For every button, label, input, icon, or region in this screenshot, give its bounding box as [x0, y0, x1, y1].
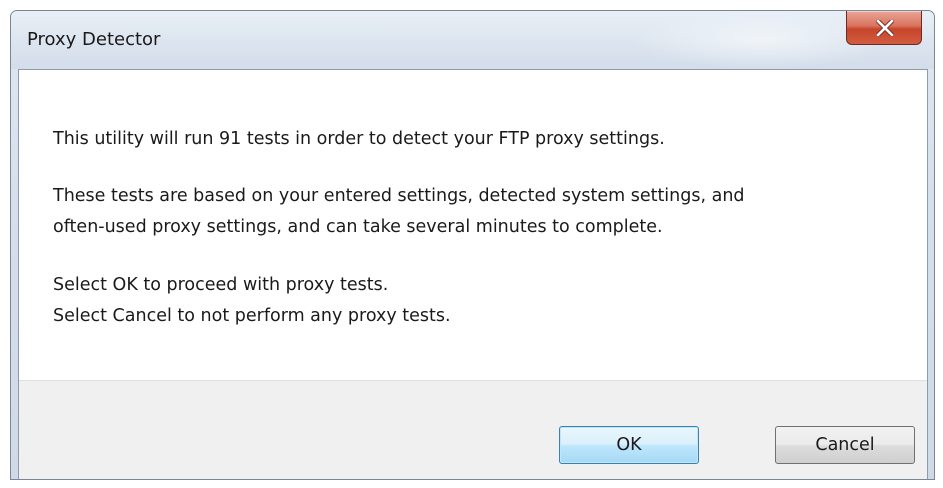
dialog-window: Proxy Detector This utility will run 91 … [10, 10, 935, 480]
close-icon [876, 20, 894, 36]
message-line-2: These tests are based on your entered se… [53, 186, 745, 206]
cancel-button[interactable]: Cancel [775, 426, 915, 464]
close-button[interactable] [846, 11, 922, 45]
message-line-5: Select Cancel to not perform any proxy t… [53, 306, 451, 326]
message-line-4: Select OK to proceed with proxy tests. [53, 275, 389, 295]
window-title: Proxy Detector [27, 29, 161, 50]
message-line-1: This utility will run 91 tests in order … [53, 129, 665, 149]
message-line-3: often-used proxy settings, and can take … [53, 217, 663, 237]
ok-button[interactable]: OK [559, 426, 699, 464]
title-bar[interactable]: Proxy Detector [11, 11, 934, 69]
button-bar: OK Cancel [19, 380, 927, 479]
dialog-content: This utility will run 91 tests in order … [18, 69, 928, 479]
